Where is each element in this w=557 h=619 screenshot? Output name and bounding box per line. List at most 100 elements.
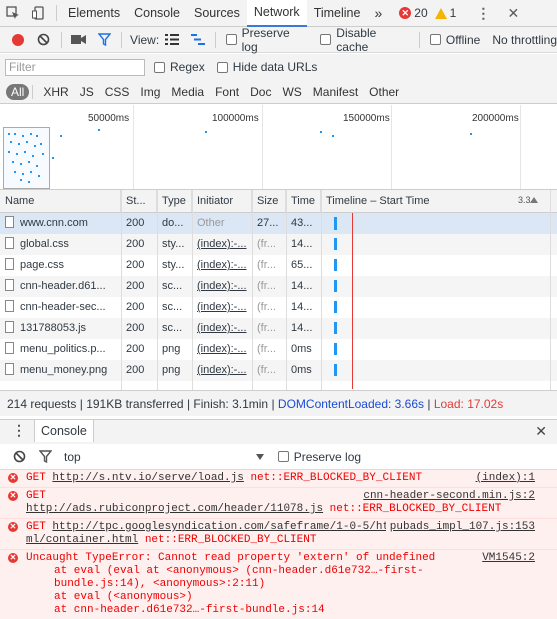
column-header-name[interactable]: Name [0,190,121,212]
column-header-size[interactable]: Size [252,190,286,212]
disable-cache-checkbox[interactable] [320,34,332,45]
capture-screenshots-icon[interactable] [66,27,92,53]
cell-initiator[interactable]: (index):-... [192,360,252,381]
type-filter-img[interactable]: Img [136,84,164,100]
filter-icon[interactable] [91,27,117,53]
filter-input[interactable]: Filter [5,58,145,76]
cell-initiator: Other [197,217,225,229]
type-filter-other[interactable]: Other [365,84,403,100]
cell-initiator[interactable]: (index):-... [192,276,252,297]
tab-console[interactable]: Console [127,0,187,27]
requests-table-header: Name St... Type Initiator Size Time Time… [0,190,557,213]
request-name: 131788053.js [20,322,87,334]
table-row[interactable]: menu_money.png 200 png (index):-... (fr... 0m… [0,360,557,381]
type-filter-all[interactable]: All [6,83,30,100]
message-source-link[interactable]: cnn-header-second.min.js:2 [359,490,535,503]
hide-data-urls-checkbox[interactable] [216,61,228,73]
cell-status: 200 [126,364,145,376]
column-divider [157,190,158,390]
column-header-time[interactable]: Time [286,190,321,212]
cell-size: (fr... [257,280,276,292]
file-icon [5,258,14,270]
console-messages: ✕ GET http://s.ntv.io/serve/load.js net:… [0,470,557,619]
waterfall-overview-icon[interactable] [185,27,211,53]
summary-separator: | [79,397,83,411]
context-selector[interactable]: top [64,450,81,464]
cell-initiator[interactable]: (index):-... [192,318,252,339]
close-devtools-icon[interactable]: ✕ [500,0,526,26]
console-preserve-log-checkbox[interactable] [277,451,289,462]
offline-checkbox[interactable] [429,34,441,45]
tab-sources[interactable]: Sources [187,0,247,27]
close-drawer-icon[interactable]: ✕ [535,423,547,440]
type-filter-xhr[interactable]: XHR [39,84,72,100]
menu-icon[interactable]: ⋮ [470,0,496,26]
table-row[interactable]: global.css 200 sty... (index):-... (fr... 14.… [0,234,557,255]
table-row[interactable]: 131788053.js 200 sc... (index):-... (fr... 14… [0,318,557,339]
cell-time: 43... [291,217,313,229]
error-icon: ✕ [8,473,18,483]
message-source-link[interactable]: (index):1 [471,472,535,485]
message-source-link[interactable]: VM1545:2 [478,552,535,565]
cell-initiator[interactable]: (index):-... [192,255,252,276]
throttling-select[interactable]: No throttling [492,33,557,47]
cell-initiator[interactable]: (index):-... [192,297,252,318]
cell-initiator[interactable]: (index):-... [192,234,252,255]
message-url-link[interactable]: http://ads.rubiconproject.com/header/110… [26,503,323,515]
drawer-menu-icon[interactable]: ⋮ [12,422,26,439]
tab-elements[interactable]: Elements [61,0,127,27]
summary-separator: | [271,397,275,411]
message-url-link[interactable]: http://s.ntv.io/serve/load.js [52,472,243,484]
clear-icon[interactable] [31,27,57,53]
inspect-element-icon[interactable] [0,0,26,26]
preserve-log-checkbox[interactable] [225,34,237,45]
column-header-status[interactable]: St... [121,190,157,212]
more-tabs-button[interactable]: » [367,0,389,27]
cell-time: 14... [291,238,313,250]
console-toolbar: top Preserve log [0,444,557,470]
cell-size: (fr... [257,343,276,355]
column-header-initiator[interactable]: Initiator [192,190,252,212]
large-rows-icon[interactable] [159,27,185,53]
tab-network[interactable]: Network [246,0,307,27]
tab-timeline[interactable]: Timeline [307,0,368,27]
request-name: menu_politics.p... [20,343,106,355]
column-header-type[interactable]: Type [157,190,192,212]
clear-console-icon[interactable] [6,444,32,470]
table-row[interactable]: page.css 200 sty... (index):-... (fr... 65... [0,255,557,276]
cell-size: (fr... [257,301,276,313]
drawer-tab-console[interactable]: Console [34,420,94,442]
type-filter-font[interactable]: Font [211,84,243,100]
type-filter-manifest[interactable]: Manifest [309,84,362,100]
request-name: menu_money.png [20,364,108,376]
cell-size: (fr... [257,322,276,334]
resource-type-filter: All XHR JS CSS Img Media Font Doc WS Man… [0,80,557,104]
cell-initiator[interactable]: (index):-... [192,339,252,360]
console-drawer-header: ⋮ Console ✕ [0,419,557,445]
cell-time: 0ms [291,343,312,355]
table-row[interactable]: cnn-header.d61... 200 sc... (index):-... (fr… [0,276,557,297]
chevron-down-icon[interactable] [255,453,264,460]
regex-checkbox[interactable] [154,61,165,73]
type-filter-ws[interactable]: WS [278,84,305,100]
warning-icon [434,7,447,19]
type-filter-media[interactable]: Media [167,84,208,100]
warning-count: 1 [449,6,457,20]
message-prefix: GET [26,521,53,533]
type-filter-js[interactable]: JS [76,84,98,100]
table-row[interactable]: www.cnn.com 200 do... Other 27... 43... [0,213,557,234]
type-filter-css[interactable]: CSS [101,84,134,100]
error-warning-counter[interactable]: ✕ 20 1 [399,6,456,20]
network-overview[interactable]: 50000ms 100000ms 150000ms 200000ms [0,105,557,190]
separator [418,31,420,48]
cell-status: 200 [126,280,145,292]
request-name: cnn-header-sec... [20,301,106,313]
record-icon[interactable] [5,27,31,53]
type-filter-doc[interactable]: Doc [246,84,275,100]
finish-time: Finish: 3.1min [193,397,269,411]
console-filter-icon[interactable] [32,444,58,470]
table-row[interactable]: menu_politics.p... 200 png (index):-... (fr.… [0,339,557,360]
message-source-link[interactable]: pubads_impl_107.js:153 [385,521,535,534]
device-toolbar-icon[interactable] [26,0,52,26]
table-row[interactable]: cnn-header-sec... 200 sc... (index):-... (fr… [0,297,557,318]
